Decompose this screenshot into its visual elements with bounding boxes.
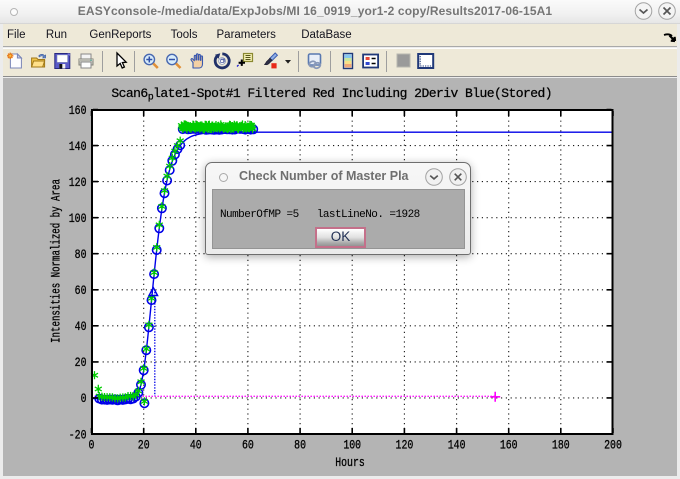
svg-text:40: 40 — [75, 320, 87, 335]
svg-text:60: 60 — [75, 284, 87, 299]
svg-text:120: 120 — [69, 176, 87, 191]
svg-text:Hours: Hours — [335, 456, 365, 471]
svg-text:Scan6plate1-Spot#1 Filtered Re: Scan6plate1-Spot#1 Filtered Red Includin… — [111, 86, 552, 104]
svg-text:-20: -20 — [69, 428, 87, 443]
svg-text:40: 40 — [190, 438, 202, 453]
svg-text:160: 160 — [69, 104, 87, 119]
svg-text:20: 20 — [75, 356, 87, 371]
svg-text:160: 160 — [500, 438, 518, 453]
svg-text:60: 60 — [242, 438, 254, 453]
svg-text:200: 200 — [604, 438, 622, 453]
svg-text:100: 100 — [343, 438, 361, 453]
svg-text:80: 80 — [75, 248, 87, 263]
svg-text:100: 100 — [69, 212, 87, 227]
svg-text:140: 140 — [69, 140, 87, 155]
svg-text:0: 0 — [81, 392, 87, 407]
svg-text:140: 140 — [448, 438, 466, 453]
svg-text:20: 20 — [138, 438, 150, 453]
svg-text:120: 120 — [396, 438, 414, 453]
svg-text:Intensities Normalized by Area: Intensities Normalized by Area — [50, 179, 64, 343]
svg-text:180: 180 — [552, 438, 570, 453]
svg-text:80: 80 — [294, 438, 306, 453]
svg-text:0: 0 — [89, 438, 95, 453]
